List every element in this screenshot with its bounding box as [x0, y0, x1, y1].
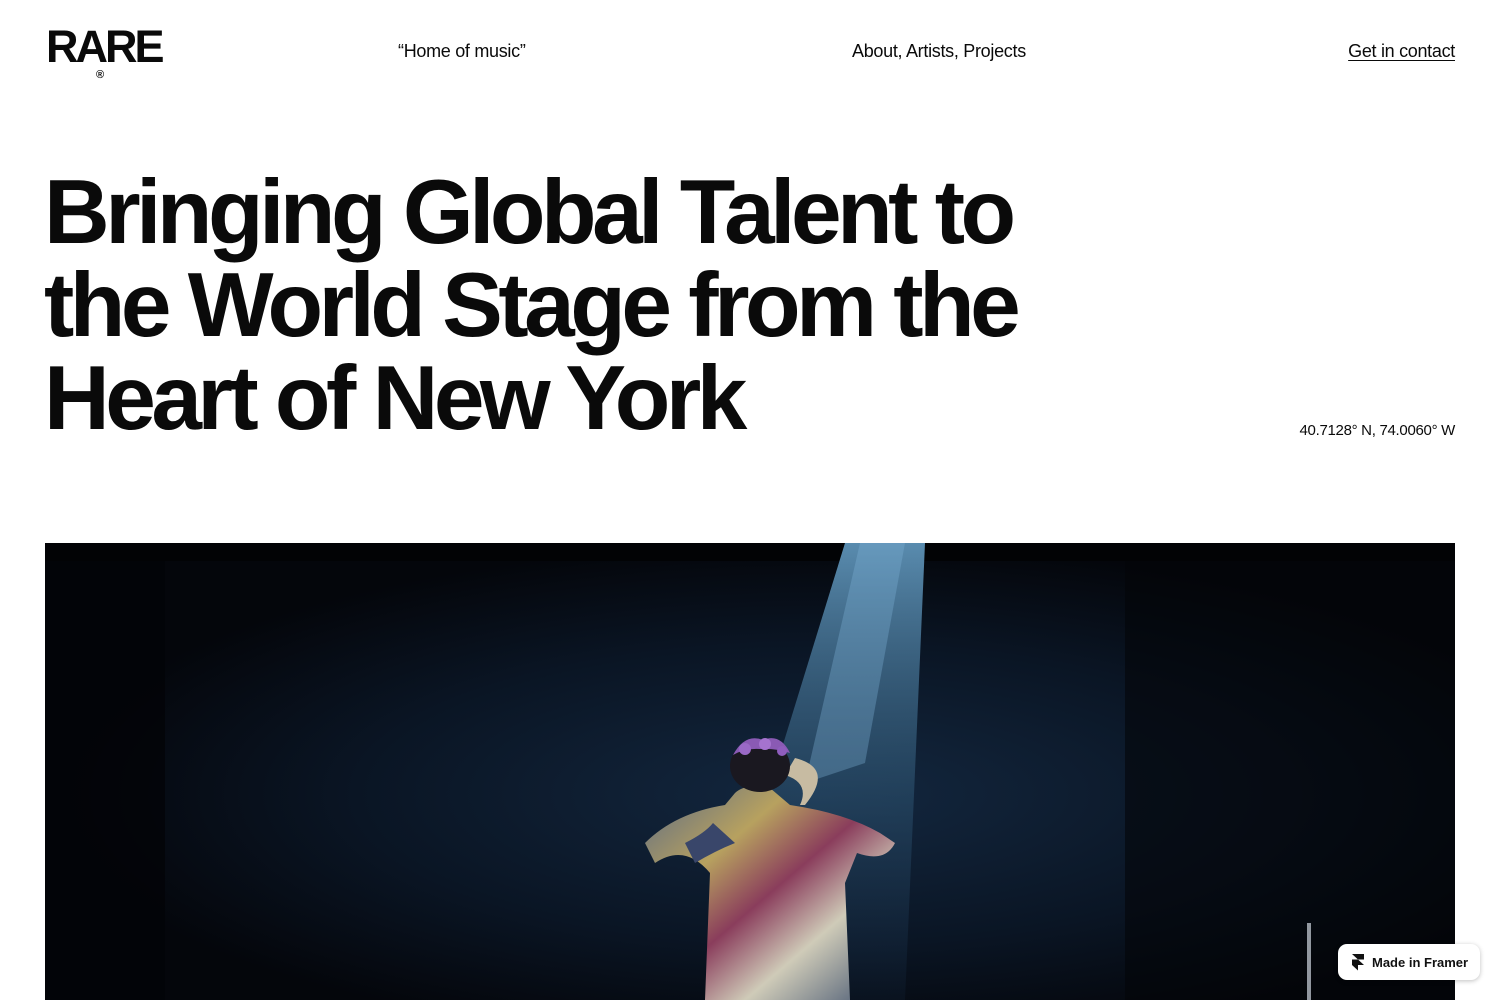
- location-coordinates: 40.7128° N, 74.0060° W: [1299, 422, 1456, 439]
- registered-mark: ®: [96, 69, 105, 81]
- headline-line: the World Stage from the: [44, 255, 1021, 356]
- tagline: “Home of music”: [398, 41, 526, 61]
- nav-link-about[interactable]: About: [852, 41, 898, 61]
- made-in-framer-badge[interactable]: Made in Framer: [1338, 944, 1480, 980]
- nav-link-artists[interactable]: Artists: [906, 41, 954, 61]
- nav-separator: ,: [953, 41, 964, 61]
- badge-label: Made in Framer: [1372, 954, 1469, 970]
- headline-line: Heart of New York: [44, 348, 747, 449]
- nav-link-projects[interactable]: Projects: [963, 41, 1026, 61]
- headline-line: Bringing Global Talent to: [44, 162, 1016, 263]
- contact-link[interactable]: Get in contact: [1348, 40, 1455, 62]
- logo-wordmark: RARE: [46, 21, 165, 72]
- hero-image: [45, 543, 1455, 1000]
- main-nav: About, Artists, Projects: [852, 40, 1026, 62]
- performer-stage-image: [45, 543, 1455, 1000]
- framer-icon: [1352, 953, 1364, 970]
- logo[interactable]: RARE ®: [46, 21, 165, 84]
- hero-headline: Bringing Global Talent to the World Stag…: [44, 166, 1124, 445]
- nav-separator: ,: [897, 41, 906, 61]
